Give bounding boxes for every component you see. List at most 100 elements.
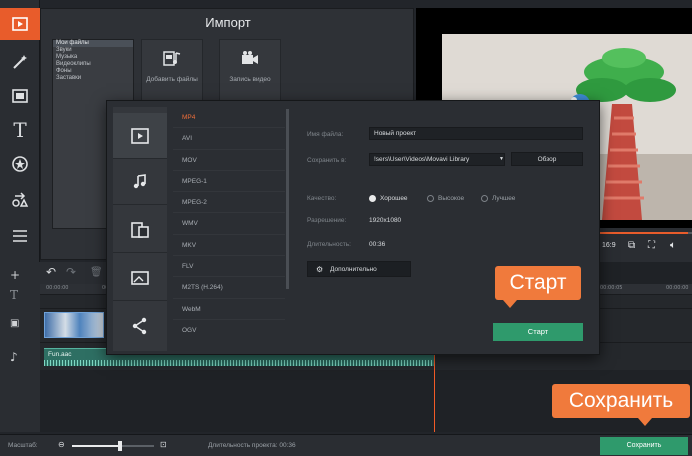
start-callout-text: Старт [509, 271, 567, 294]
tab-audio-export[interactable] [113, 159, 167, 205]
tab-image-export[interactable] [113, 255, 167, 301]
zoom-out-icon[interactable]: ⊖ [58, 440, 65, 449]
quality-best-radio[interactable] [481, 195, 488, 202]
format-item-flv[interactable]: FLV [173, 256, 285, 278]
import-category-video-clips[interactable]: Видеоклипы [53, 61, 133, 68]
path-dropdown-icon[interactable]: ▼ [499, 156, 504, 162]
tab-share-export[interactable] [113, 303, 167, 349]
export-category-tabs [113, 107, 167, 351]
timeline-track-controls: + T ▣ ♪ [0, 262, 40, 432]
status-bar: Масштаб: ⊖ ⊡ Длительность проекта: 00:36… [0, 434, 692, 456]
save-path-input[interactable]: !sers\User\Videos\Movavi Library [369, 153, 505, 166]
music-note-icon [133, 173, 146, 188]
video-track-icon: ▣ [10, 318, 20, 329]
quality-best-label: Лучшее [492, 195, 516, 202]
filters-icon[interactable] [0, 80, 40, 112]
undo-icon[interactable]: ↶ [46, 265, 56, 279]
format-item-mkv[interactable]: MKV [173, 235, 285, 257]
devices-icon [131, 221, 149, 238]
ruler-tick: 00:00:00 [46, 285, 69, 291]
snapshot-icon[interactable]: ⧉ [628, 240, 635, 251]
gear-icon: ⚙ [316, 265, 324, 274]
magic-wand-icon[interactable] [0, 46, 40, 78]
add-files-label: Добавить файлы [146, 76, 198, 83]
format-item-mp4[interactable]: MP4 [173, 107, 285, 129]
more-tools-icon[interactable] [0, 220, 40, 252]
transitions-icon[interactable] [0, 184, 40, 216]
duration-value: 00:36 [369, 241, 386, 248]
export-settings: Имя файла: Новый проект Сохранить в: !se… [295, 107, 595, 351]
save-callout: Сохранить [552, 384, 690, 426]
video-file-icon [131, 127, 149, 144]
browse-button[interactable]: Обзор [511, 152, 583, 166]
quality-good-radio[interactable] [369, 195, 376, 202]
format-item-mpeg2[interactable]: MPEG-2 [173, 192, 285, 214]
fullscreen-icon[interactable]: ⛶ [648, 240, 655, 251]
format-item-ogv[interactable]: OGV [173, 320, 285, 341]
format-list-scrollbar[interactable] [286, 109, 289, 289]
start-export-button[interactable]: Старт [493, 323, 583, 341]
share-icon [132, 317, 147, 335]
save-button[interactable]: Сохранить [600, 437, 688, 455]
format-item-webm[interactable]: WebM [173, 299, 285, 320]
audio-clip-name: Fun.aac [48, 351, 72, 358]
redo-icon[interactable]: ↷ [66, 265, 76, 279]
delete-icon[interactable]: 🗑︎ [90, 267, 103, 278]
tool-sidebar: T [0, 0, 40, 262]
format-item-avi[interactable]: AVI [173, 128, 285, 150]
quality-high-label: Высокое [438, 195, 465, 202]
volume-icon[interactable]: 🔈︎ [670, 240, 676, 251]
ruler-tick: 00:00:00 [666, 285, 689, 291]
import-category-intros[interactable]: Заставки [53, 75, 133, 82]
import-category-sounds[interactable]: Звуки [53, 47, 133, 54]
camera-icon [220, 48, 280, 70]
resolution-value: 1920x1080 [369, 217, 402, 224]
audio-waveform [44, 360, 434, 366]
image-icon [131, 270, 149, 285]
title-track-icon: T [10, 288, 19, 302]
record-video-label: Запись видео [229, 76, 271, 83]
quality-high-radio[interactable] [427, 195, 434, 202]
duration-label: Длительность: [307, 241, 351, 248]
format-item-m2ts[interactable]: M2TS (H.264) [173, 277, 285, 299]
start-callout: Старт [495, 266, 581, 308]
project-duration: Длительность проекта: 00:36 [208, 442, 296, 449]
import-title: Импорт [205, 15, 251, 30]
advanced-button-label: Дополнительно [330, 266, 377, 273]
record-video-button[interactable]: Запись видео [219, 39, 281, 103]
format-item-mov[interactable]: MOV [173, 150, 285, 171]
tab-video-export[interactable] [113, 113, 167, 159]
import-tool-icon[interactable] [0, 8, 40, 40]
advanced-button[interactable]: ⚙ Дополнительно [307, 261, 411, 277]
video-clip[interactable] [44, 312, 104, 338]
zoom-fit-icon[interactable]: ⊡ [160, 440, 167, 449]
export-dialog: MP4 AVI MOV MPEG-1 MPEG-2 WMV MKV FLV M2… [106, 100, 600, 355]
tab-devices-export[interactable] [113, 207, 167, 253]
quality-label: Качество: [307, 195, 337, 202]
import-category-my-files[interactable]: Мои файлы [53, 40, 133, 47]
resolution-label: Разрешение: [307, 217, 347, 224]
save-to-label: Сохранить в: [307, 157, 347, 164]
scale-label: Масштаб: [8, 442, 38, 449]
save-path-value: !sers\User\Videos\Movavi Library [374, 156, 470, 163]
video-editor-window: T Импорт Мои файлы Звуки Музыка Видеокли… [0, 0, 692, 456]
add-files-icon [142, 48, 202, 70]
format-item-wmv[interactable]: WMV [173, 213, 285, 235]
ruler-tick: 00:00:05 [600, 285, 623, 291]
add-files-button[interactable]: Добавить файлы [141, 39, 203, 103]
music-track-icon: ♪ [10, 350, 18, 364]
titles-icon[interactable]: T [0, 114, 40, 146]
format-list: MP4 AVI MOV MPEG-1 MPEG-2 WMV MKV FLV M2… [173, 107, 285, 351]
start-callout-tail [503, 300, 517, 308]
zoom-slider-fill [72, 445, 120, 447]
stickers-icon[interactable] [0, 148, 40, 180]
import-category-backgrounds[interactable]: Фоны [53, 68, 133, 75]
save-callout-text: Сохранить [568, 389, 674, 412]
aspect-ratio-button[interactable]: 16:9 [602, 242, 616, 249]
zoom-slider-handle[interactable] [118, 441, 122, 451]
format-item-mpeg1[interactable]: MPEG-1 [173, 171, 285, 193]
filename-input[interactable]: Новый проект [369, 127, 583, 140]
quality-good-label: Хорошее [380, 195, 408, 202]
add-track-icon[interactable]: + [10, 268, 20, 282]
import-category-music[interactable]: Музыка [53, 54, 133, 61]
